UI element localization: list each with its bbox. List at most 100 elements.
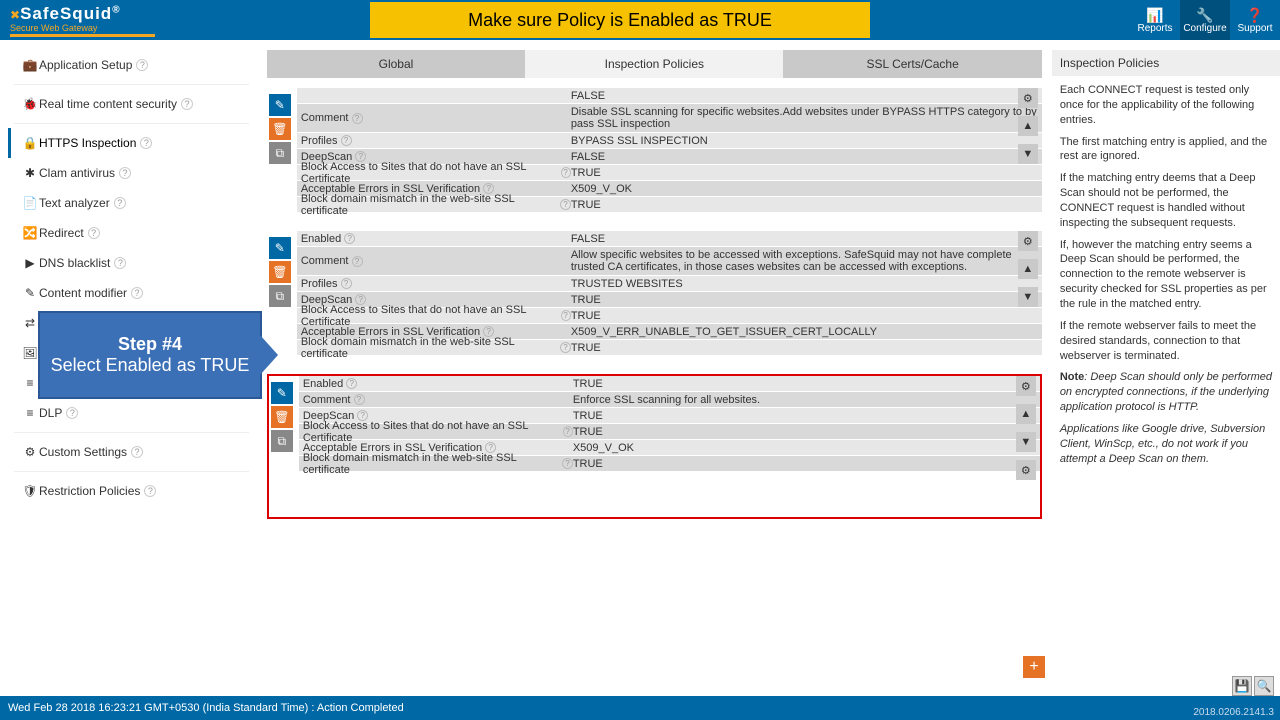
sidebar-icon: 💼: [21, 58, 39, 72]
help-paragraph: If the matching entry deems that a Deep …: [1060, 171, 1272, 230]
version-text: 2018.0206.2141.3: [1193, 707, 1274, 718]
policy-row: Block domain mismatch in the web-site SS…: [297, 197, 1042, 213]
help-icon[interactable]: ?: [181, 98, 193, 110]
ctrl-button[interactable]: ▼: [1018, 144, 1038, 164]
ctrl-button[interactable]: ⚙: [1018, 88, 1038, 108]
ctrl-button[interactable]: ▲: [1018, 116, 1038, 136]
help-icon[interactable]: ?: [114, 197, 126, 209]
help-paragraph: If, however the matching entry seems a D…: [1060, 238, 1272, 312]
support-icon: ❓: [1246, 7, 1263, 23]
help-icon[interactable]: ?: [354, 394, 365, 405]
tab-ssl-certs-cache[interactable]: SSL Certs/Cache: [783, 50, 1041, 78]
help-icon[interactable]: ?: [560, 199, 571, 210]
help-paragraph: Each CONNECT request is tested only once…: [1060, 83, 1272, 128]
sidebar-icon: 🔀: [21, 226, 39, 240]
help-icon[interactable]: ?: [561, 167, 571, 178]
policy-row: Block Access to Sites that do not have a…: [299, 424, 1040, 440]
help-icon[interactable]: ?: [131, 446, 143, 458]
sidebar-item-content-modifier[interactable]: ✎ Content modifier ?: [8, 278, 259, 308]
edit-button[interactable]: ✎: [269, 94, 291, 116]
help-paragraph: The first matching entry is applied, and…: [1060, 135, 1272, 165]
tab-global[interactable]: Global: [267, 50, 525, 78]
help-icon[interactable]: ?: [114, 257, 126, 269]
help-icon[interactable]: ?: [560, 342, 571, 353]
policy-row: Enabled?FALSE: [297, 231, 1042, 247]
sidebar-item-real-time-content-security[interactable]: 🐞 Real time content security ?: [8, 89, 259, 119]
top-action-reports[interactable]: 📊Reports: [1130, 0, 1180, 40]
help-icon[interactable]: ?: [136, 59, 148, 71]
help-paragraph: If the remote webserver fails to meet th…: [1060, 319, 1272, 364]
copy-button[interactable]: ⧉: [269, 142, 291, 164]
copy-button[interactable]: ⧉: [269, 285, 291, 307]
policy-row: Enabled?TRUE: [299, 376, 1040, 392]
ctrl-button[interactable]: ⚙: [1016, 376, 1036, 396]
sidebar-item-text-analyzer[interactable]: 📄 Text analyzer ?: [8, 188, 259, 218]
policy-row: Block domain mismatch in the web-site SS…: [297, 340, 1042, 356]
ctrl-button[interactable]: ▼: [1016, 432, 1036, 452]
help-icon[interactable]: ?: [352, 256, 363, 267]
help-icon[interactable]: ?: [144, 485, 156, 497]
reports-icon: 📊: [1146, 7, 1163, 23]
status-text: Wed Feb 28 2018 16:23:21 GMT+0530 (India…: [8, 702, 404, 714]
help-icon[interactable]: ?: [66, 407, 78, 419]
help-icon[interactable]: ?: [346, 378, 357, 389]
help-icon[interactable]: ?: [88, 227, 100, 239]
banner: Make sure Policy is Enabled as TRUE: [370, 2, 870, 38]
help-icon[interactable]: ?: [563, 426, 573, 437]
ctrl-button[interactable]: ▲: [1018, 259, 1038, 279]
edit-button[interactable]: ✎: [269, 237, 291, 259]
sidebar-item-custom-settings[interactable]: ⚙ Custom Settings ?: [8, 437, 259, 467]
policy-block: ✎🗑⧉Enabled?TRUEComment?Enforce SSL scann…: [267, 374, 1042, 519]
policy-row: Profiles?BYPASS SSL INSPECTION: [297, 133, 1042, 149]
top-actions: 📊Reports🔧Configure❓Support: [1130, 0, 1280, 40]
tab-inspection-policies[interactable]: Inspection Policies: [525, 50, 783, 78]
policy-row: Block Access to Sites that do not have a…: [297, 308, 1042, 324]
top-bar: ✖SafeSquid® Secure Web Gateway Make sure…: [0, 0, 1280, 40]
sidebar-item-dns-blacklist[interactable]: ▶ DNS blacklist ?: [8, 248, 259, 278]
sidebar-item-restriction-policies[interactable]: 🛡 Restriction Policies ?: [8, 476, 259, 506]
delete-button[interactable]: 🗑: [269, 118, 291, 140]
help-icon[interactable]: ?: [352, 113, 363, 124]
help-icon[interactable]: ?: [562, 458, 573, 469]
top-action-configure[interactable]: 🔧Configure: [1180, 0, 1230, 40]
sidebar-item-clam-antivirus[interactable]: ✱ Clam antivirus ?: [8, 158, 259, 188]
delete-button[interactable]: 🗑: [271, 406, 293, 428]
sidebar-icon: 🔒: [21, 136, 39, 150]
policy-block: ✎🗑⧉Enabled?FALSEComment?Allow specific w…: [267, 231, 1042, 356]
sidebar-item-application-setup[interactable]: 💼 Application Setup ?: [8, 50, 259, 80]
ctrl-button[interactable]: ▲: [1016, 404, 1036, 424]
tabs: GlobalInspection PoliciesSSL Certs/Cache: [267, 50, 1042, 78]
sidebar-icon: ≡: [21, 406, 39, 420]
configure-icon: 🔧: [1196, 7, 1213, 23]
policy-block: ✎🗑⧉FALSEComment?Disable SSL scanning for…: [267, 88, 1042, 213]
edit-button[interactable]: ✎: [271, 382, 293, 404]
add-policy-button[interactable]: +: [1023, 656, 1045, 678]
sidebar-item-https-inspection[interactable]: 🔒 HTTPS Inspection ?: [8, 128, 259, 158]
sidebar-item-dlp[interactable]: ≡ DLP ?: [8, 398, 259, 428]
top-action-support[interactable]: ❓Support: [1230, 0, 1280, 40]
sidebar-icon: ⚙: [21, 445, 39, 459]
search-icon[interactable]: 🔍: [1254, 676, 1274, 696]
save-icon[interactable]: 💾: [1232, 676, 1252, 696]
callout-step4: Step #4 Select Enabled as TRUE: [38, 311, 262, 399]
sidebar-icon: 🖼: [21, 346, 39, 360]
help-icon[interactable]: ?: [140, 137, 152, 149]
sidebar-icon: ▶: [21, 256, 39, 270]
logo: ✖SafeSquid® Secure Web Gateway: [0, 4, 165, 37]
help-icon[interactable]: ?: [119, 167, 131, 179]
policy-row: Profiles?TRUSTED WEBSITES: [297, 276, 1042, 292]
copy-button[interactable]: ⧉: [271, 430, 293, 452]
ctrl-button[interactable]: ⚙: [1016, 460, 1036, 480]
sidebar-item-redirect[interactable]: 🔀 Redirect ?: [8, 218, 259, 248]
policy-row: Block domain mismatch in the web-site SS…: [299, 456, 1040, 472]
delete-button[interactable]: 🗑: [269, 261, 291, 283]
ctrl-button[interactable]: ⚙: [1018, 231, 1038, 251]
policy-row: Block Access to Sites that do not have a…: [297, 165, 1042, 181]
policies-container: ✎🗑⧉FALSEComment?Disable SSL scanning for…: [267, 88, 1042, 537]
help-icon[interactable]: ?: [341, 278, 352, 289]
help-icon[interactable]: ?: [341, 135, 352, 146]
help-icon[interactable]: ?: [561, 310, 571, 321]
help-icon[interactable]: ?: [131, 287, 143, 299]
ctrl-button[interactable]: ▼: [1018, 287, 1038, 307]
help-icon[interactable]: ?: [344, 233, 355, 244]
